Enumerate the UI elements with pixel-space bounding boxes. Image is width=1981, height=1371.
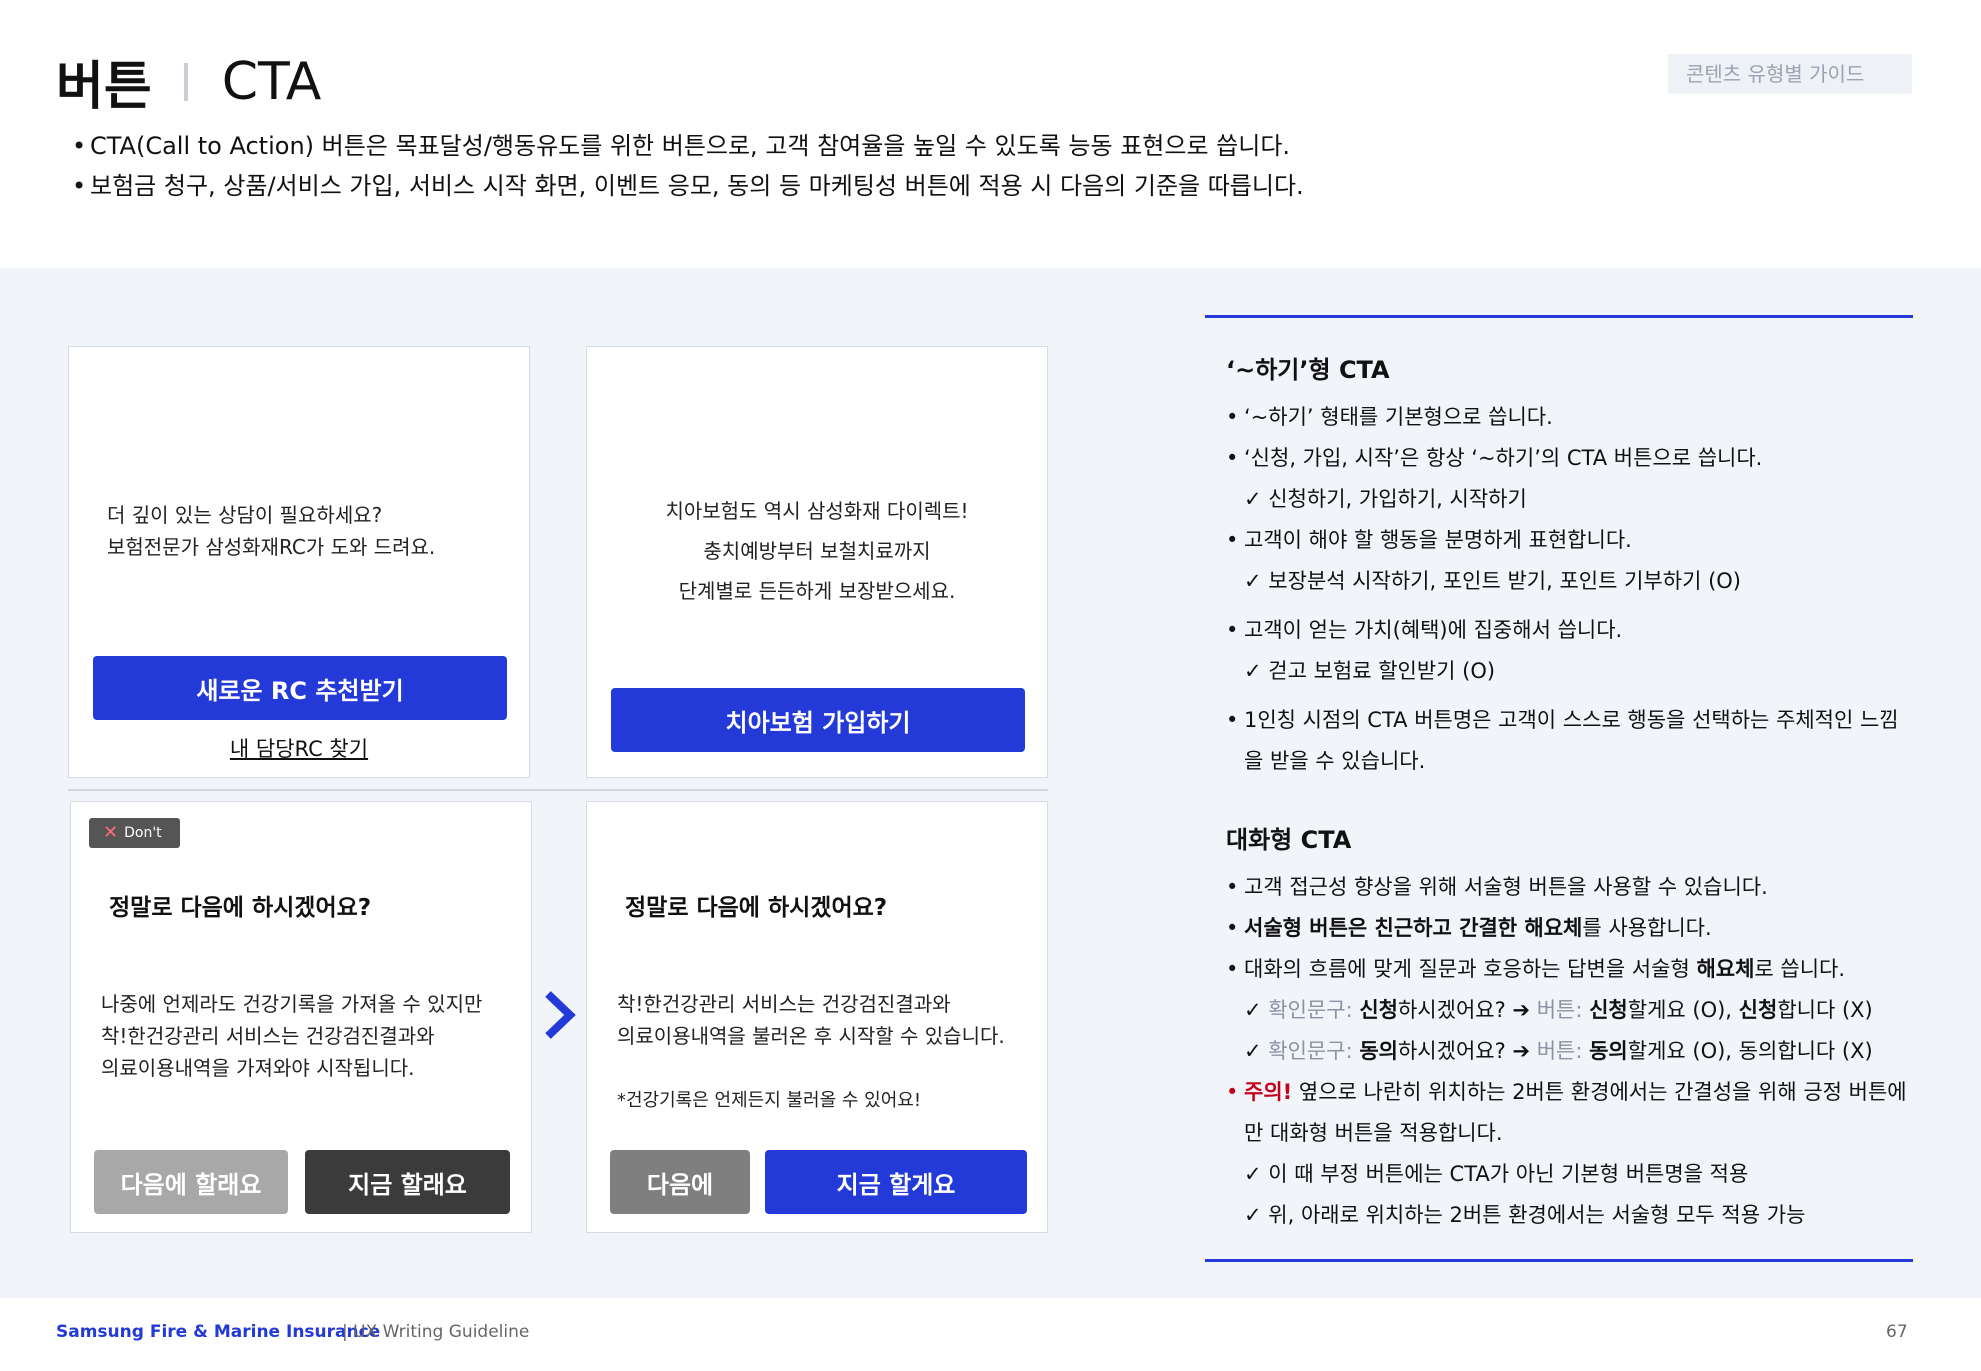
text: 로 씁니다.: [1754, 957, 1846, 981]
card-text-line: 충치예방부터 보철치료까지: [703, 539, 931, 563]
example-card-do: 정말로 다음에 하시겠어요? 착!한건강관리 서비스는 건강검진결과와 의료이용…: [586, 801, 1048, 1233]
label: 버튼:: [1536, 998, 1583, 1022]
card-text: 치아보험도 역시 삼성화재 다이렉트! 충치예방부터 보철치료까지 단계별로 든…: [587, 491, 1047, 611]
text: 를 사용합니다.: [1582, 916, 1712, 940]
card-text: 나중에 언제라도 건강기록을 가져올 수 있지만 착!한건강관리 서비스는 건강…: [101, 988, 482, 1084]
intro-item: CTA(Call to Action) 버튼은 목표달성/행동유도를 위한 버튼…: [72, 126, 1304, 166]
guideline-item: 고객이 얻는 가치(혜택)에 집중해서 씁니다.: [1226, 610, 1899, 651]
text: 하시겠어요? ➔: [1397, 998, 1531, 1022]
card-text-line: 의료이용내역을 가져와야 시작됩니다.: [101, 1056, 415, 1080]
text: 옆으로 나란히 위치하는 2버튼 환경에서는 간결성을 위해 긍정 버튼에: [1298, 1080, 1907, 1104]
later-button[interactable]: 다음에: [610, 1150, 750, 1214]
card-note: *건강기록은 언제든지 불러올 수 있어요!: [617, 1090, 922, 1111]
guideline-item-cont: 을 받을 수 있습니다.: [1244, 749, 1426, 773]
dont-badge-label: Don't: [124, 825, 162, 841]
guideline-example: ✓ 이 때 부정 버튼에는 CTA가 아닌 기본형 버튼명을 적용: [1244, 1162, 1749, 1186]
guideline-section-hagi: ‘~하기’형 CTA ‘~하기’ 형태를 기본형으로 씁니다. ‘신청, 가입,…: [1226, 350, 1899, 782]
footer: Samsung Fire & Marine Insurance | UX Wri…: [0, 1298, 1981, 1371]
guideline-example: ✓ 신청하기, 가입하기, 시작하기: [1244, 487, 1527, 511]
example-card-dental: 치아보험도 역시 삼성화재 다이렉트! 충치예방부터 보철치료까지 단계별로 든…: [586, 346, 1048, 778]
guideline-item: ‘~하기’ 형태를 기본형으로 씁니다.: [1226, 397, 1899, 438]
recommend-rc-button[interactable]: 새로운 RC 추천받기: [93, 656, 507, 720]
text: 합니다 (X): [1777, 998, 1873, 1022]
text: 대화의 흐름에 맞게 질문과 호응하는 답변을 서술형: [1244, 957, 1697, 981]
brand-name: Samsung Fire & Marine Insurance: [56, 1322, 381, 1342]
guideline-item: 1인칭 시점의 CTA 버튼명은 고객이 스스로 행동을 선택하는 주체적인 느…: [1226, 700, 1899, 741]
label: 버튼:: [1536, 1039, 1583, 1063]
page-title: 버튼 CTA: [56, 44, 321, 119]
card-text-line: 더 깊이 있는 상담이 필요하세요?: [107, 503, 383, 527]
card-text-line: 의료이용내역을 불러온 후 시작할 수 있습니다.: [617, 1024, 1005, 1048]
title-korean: 버튼: [56, 57, 152, 117]
dental-signup-button[interactable]: 치아보험 가입하기: [611, 688, 1025, 752]
dont-badge: ✕ Don't: [89, 818, 180, 848]
title-english: CTA: [221, 51, 322, 112]
label: 확인문구:: [1268, 1039, 1353, 1063]
guideline-example: ✓ 확인문구: 동의하시겠어요? ➔ 버튼: 동의할게요 (O), 동의합니다 …: [1226, 1031, 1907, 1072]
dialog-heading: 정말로 다음에 하시겠어요?: [109, 895, 372, 921]
guideline-example: ✓ 보장분석 시작하기, 포인트 받기, 포인트 기부하기 (O): [1244, 569, 1741, 593]
label: 확인문구:: [1268, 998, 1353, 1022]
my-rc-link[interactable]: 내 담당RC 찾기: [69, 733, 529, 763]
intro-item: 보험금 청구, 상품/서비스 가입, 서비스 시작 화면, 이벤트 응모, 동의…: [72, 166, 1304, 206]
guideline-warning-cont: 만 대화형 버튼을 적용합니다.: [1244, 1121, 1503, 1145]
card-text: 더 깊이 있는 상담이 필요하세요? 보험전문가 삼성화재RC가 도와 드려요.: [107, 499, 435, 563]
page-number: 67: [1886, 1322, 1908, 1342]
guideline-item: 서술형 버튼은 친근하고 간결한 해요체를 사용합니다.: [1226, 908, 1907, 949]
guideline-item: 고객이 해야 할 행동을 분명하게 표현합니다.: [1226, 520, 1899, 561]
text: 할게요 (O),: [1627, 998, 1732, 1022]
close-icon: ✕: [103, 822, 119, 843]
title-separator: [183, 62, 188, 101]
emphasis: 동의: [1359, 1039, 1398, 1063]
section-heading: 대화형 CTA: [1226, 826, 1352, 854]
guideline-item: 고객 접근성 향상을 위해 서술형 버튼을 사용할 수 있습니다.: [1226, 867, 1907, 908]
check-icon: ✓: [1244, 998, 1262, 1022]
guideline-section-dialog: 대화형 CTA 고객 접근성 향상을 위해 서술형 버튼을 사용할 수 있습니다…: [1226, 820, 1907, 1236]
guide-tag: 콘텐츠 유형별 가이드: [1668, 54, 1912, 94]
emphasis: 신청: [1589, 998, 1628, 1022]
card-divider: [68, 789, 1048, 791]
card-text-line: 착!한건강관리 서비스는 건강검진결과와: [617, 992, 951, 1016]
emphasis: 해요체: [1696, 957, 1755, 981]
section-heading: ‘~하기’형 CTA: [1226, 356, 1390, 384]
warning-label: 주의!: [1244, 1080, 1293, 1104]
guideline-example: ✓ 확인문구: 신청하시겠어요? ➔ 버튼: 신청할게요 (O), 신청합니다 …: [1226, 990, 1907, 1031]
emphasis: 서술형 버튼은 친근하고 간결한 해요체: [1244, 916, 1583, 940]
card-text-line: 단계별로 든든하게 보장받으세요.: [678, 579, 956, 603]
card-text: 착!한건강관리 서비스는 건강검진결과와 의료이용내역을 불러온 후 시작할 수…: [617, 988, 1005, 1052]
section-rule-bottom: [1205, 1259, 1913, 1262]
card-text-line: 치아보험도 역시 삼성화재 다이렉트!: [665, 499, 969, 523]
emphasis: 신청: [1738, 998, 1778, 1022]
guideline-item: ‘신청, 가입, 시작’은 항상 ‘~하기’의 CTA 버튼으로 씁니다.: [1226, 438, 1899, 479]
header: 버튼 CTA 콘텐츠 유형별 가이드 CTA(Call to Action) 버…: [0, 0, 1981, 268]
text: 하시겠어요? ➔: [1397, 1039, 1531, 1063]
guideline-example: ✓ 걷고 보험료 할인받기 (O): [1244, 659, 1496, 683]
guideline-example: ✓ 위, 아래로 위치하는 2버튼 환경에서는 서술형 모두 적용 가능: [1244, 1203, 1806, 1227]
section-rule-top: [1205, 315, 1913, 318]
card-text-line: 착!한건강관리 서비스는 건강검진결과와: [101, 1024, 435, 1048]
doc-name: | UX Writing Guideline: [342, 1322, 530, 1342]
guideline-warning: 주의! 옆으로 나란히 위치하는 2버튼 환경에서는 간결성을 위해 긍정 버튼…: [1226, 1072, 1907, 1113]
now-button[interactable]: 지금 할래요: [305, 1150, 510, 1214]
check-icon: ✓: [1244, 1039, 1262, 1063]
example-card-dont: ✕ Don't 정말로 다음에 하시겠어요? 나중에 언제라도 건강기록을 가져…: [70, 801, 532, 1233]
text: 할게요 (O), 동의합니다 (X): [1627, 1039, 1873, 1063]
guideline-item: 대화의 흐름에 맞게 질문과 호응하는 답변을 서술형 해요체로 씁니다.: [1226, 949, 1907, 990]
intro-list: CTA(Call to Action) 버튼은 목표달성/행동유도를 위한 버튼…: [72, 126, 1304, 206]
later-button[interactable]: 다음에 할래요: [94, 1150, 288, 1214]
card-text-line: 보험전문가 삼성화재RC가 도와 드려요.: [107, 535, 436, 559]
dialog-heading: 정말로 다음에 하시겠어요?: [625, 895, 888, 921]
emphasis: 동의: [1589, 1039, 1628, 1063]
card-text-line: 나중에 언제라도 건강기록을 가져올 수 있지만: [101, 992, 483, 1016]
emphasis: 신청: [1359, 998, 1398, 1022]
chevron-right-icon: [545, 991, 576, 1039]
example-card-rc: 더 깊이 있는 상담이 필요하세요? 보험전문가 삼성화재RC가 도와 드려요.…: [68, 346, 530, 778]
now-button[interactable]: 지금 할게요: [765, 1150, 1027, 1214]
